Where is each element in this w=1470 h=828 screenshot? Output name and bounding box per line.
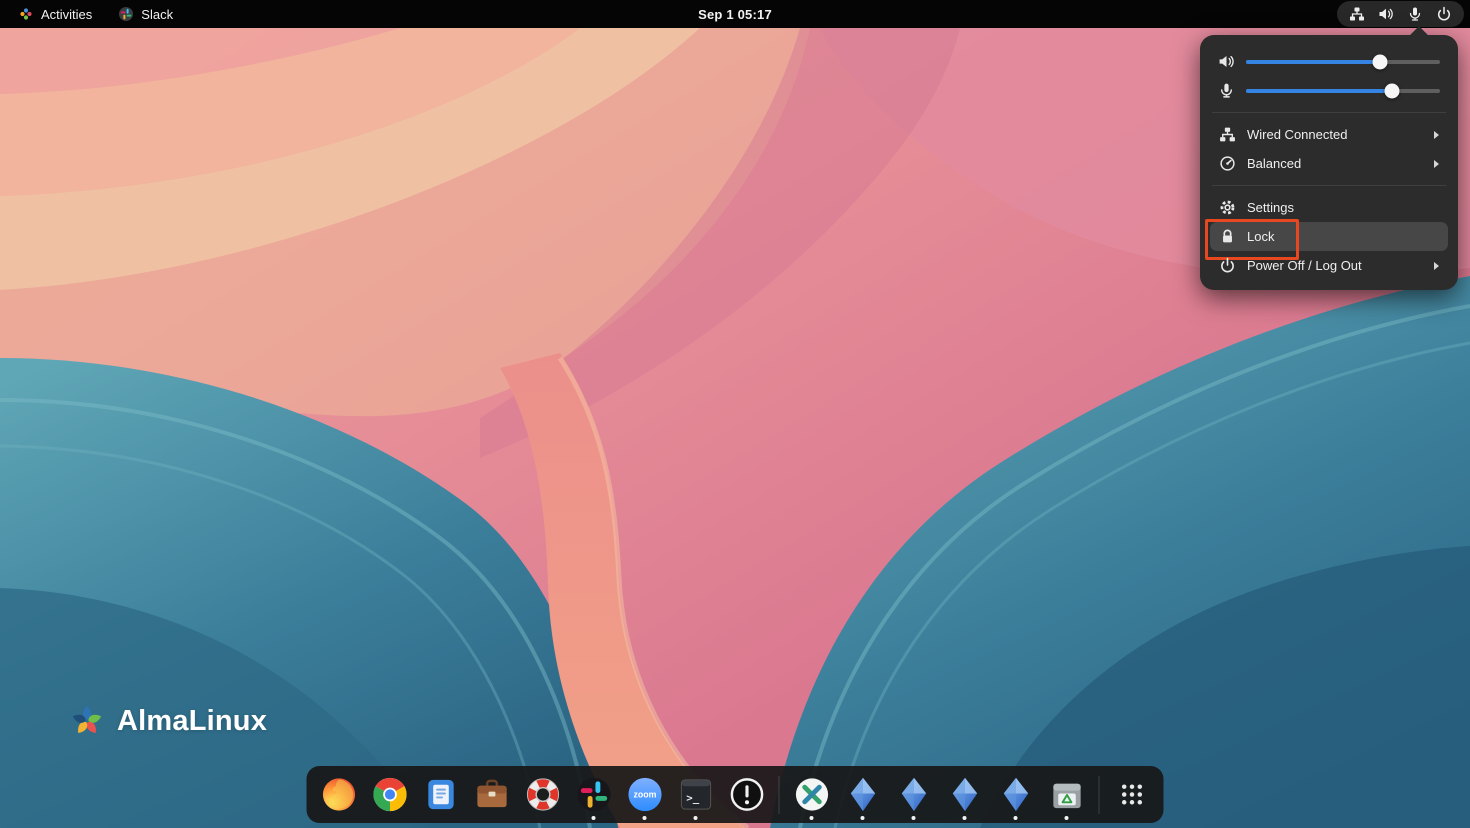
alert-circle-app-icon — [727, 775, 766, 814]
running-indicator — [810, 816, 814, 820]
menu-item-power-off[interactable]: Power Off / Log Out — [1210, 251, 1448, 280]
x-circle-app-icon — [792, 775, 831, 814]
dock-item-help[interactable] — [521, 767, 565, 822]
dock: zoom >_ — [307, 766, 1164, 823]
power-icon — [1436, 6, 1452, 22]
focused-app-label: Slack — [141, 7, 173, 22]
dock-separator — [779, 776, 780, 814]
volume-slider-fill — [1246, 60, 1380, 64]
menu-item-label: Power Off / Log Out — [1247, 258, 1362, 273]
volume-slider[interactable] — [1246, 60, 1440, 64]
network-wired-icon — [1349, 6, 1365, 22]
volume-slider-handle[interactable] — [1372, 54, 1387, 69]
speaker-icon — [1218, 53, 1235, 70]
focused-app-menu[interactable]: Slack — [118, 6, 173, 22]
zoom-logo-text: zoom — [633, 789, 656, 799]
terminal-prompt: >_ — [686, 791, 699, 804]
dock-item-chrome[interactable] — [368, 767, 412, 822]
power-profile-gauge-icon — [1219, 155, 1236, 172]
slack-icon — [574, 775, 613, 814]
mic-slider-handle[interactable] — [1384, 83, 1399, 98]
almalinux-logo-icon — [66, 700, 108, 742]
menu-item-label: Lock — [1247, 229, 1274, 244]
brand-text: AlmaLinux — [117, 705, 267, 738]
dock-item-diamond-2[interactable] — [892, 767, 936, 822]
dock-item-zoom[interactable]: zoom — [623, 767, 667, 822]
dock-item-diamond-4[interactable] — [994, 767, 1038, 822]
running-indicator — [694, 816, 698, 820]
diamond-app-icon — [894, 775, 933, 814]
volume-slider-row — [1210, 47, 1448, 76]
running-indicator — [592, 816, 596, 820]
menu-item-power-profile[interactable]: Balanced — [1210, 149, 1448, 178]
dock-separator — [1099, 776, 1100, 814]
submenu-arrow-icon — [1434, 262, 1439, 270]
running-indicator — [912, 816, 916, 820]
volume-icon — [1378, 6, 1394, 22]
dock-item-terminal[interactable]: >_ — [674, 767, 718, 822]
dock-item-alert-circle[interactable] — [725, 767, 769, 822]
running-indicator — [963, 816, 967, 820]
terminal-icon: >_ — [676, 775, 715, 814]
microphone-icon — [1407, 6, 1423, 22]
running-indicator — [1065, 816, 1069, 820]
mic-slider-row — [1210, 76, 1448, 105]
submenu-arrow-icon — [1434, 131, 1439, 139]
menu-item-label: Wired Connected — [1247, 127, 1347, 142]
dock-item-firefox[interactable] — [317, 767, 361, 822]
system-menu: Wired Connected Balanced Settings Lock P… — [1200, 35, 1458, 290]
dock-item-diamond-3[interactable] — [943, 767, 987, 822]
network-wired-icon — [1219, 126, 1236, 143]
mic-slider[interactable] — [1246, 89, 1440, 93]
app-grid-icon — [1112, 775, 1151, 814]
zoom-icon: zoom — [625, 775, 664, 814]
dock-item-diamond-1[interactable] — [841, 767, 885, 822]
running-indicator — [861, 816, 865, 820]
activities-label: Activities — [41, 7, 92, 22]
running-indicator — [643, 816, 647, 820]
diamond-app-icon — [996, 775, 1035, 814]
chrome-icon — [370, 775, 409, 814]
clock[interactable]: Sep 1 05:17 — [698, 7, 772, 22]
documents-app-icon — [421, 775, 460, 814]
lock-icon — [1219, 228, 1236, 245]
slack-app-icon — [118, 6, 134, 22]
running-indicator — [1014, 816, 1018, 820]
menu-separator — [1212, 185, 1446, 186]
activities-button[interactable]: Activities — [12, 4, 98, 24]
dock-item-recycle-box[interactable] — [1045, 767, 1089, 822]
submenu-arrow-icon — [1434, 160, 1439, 168]
almalinux-brand: AlmaLinux — [66, 700, 267, 742]
menu-item-settings[interactable]: Settings — [1210, 193, 1448, 222]
dock-item-x-circle[interactable] — [790, 767, 834, 822]
menu-separator — [1212, 112, 1446, 113]
settings-gear-icon — [1219, 199, 1236, 216]
menu-item-lock[interactable]: Lock — [1210, 222, 1448, 251]
briefcase-app-icon — [472, 775, 511, 814]
menu-item-label: Balanced — [1247, 156, 1301, 171]
dock-item-app-grid[interactable] — [1110, 767, 1154, 822]
distro-logo-icon — [18, 6, 34, 22]
lifering-help-icon — [523, 775, 562, 814]
dock-item-documents[interactable] — [419, 767, 463, 822]
microphone-icon — [1218, 82, 1235, 99]
mic-slider-fill — [1246, 89, 1392, 93]
menu-item-label: Settings — [1247, 200, 1294, 215]
recycle-box-app-icon — [1047, 775, 1086, 814]
dock-item-slack[interactable] — [572, 767, 616, 822]
dock-item-briefcase[interactable] — [470, 767, 514, 822]
top-bar: Activities Slack Sep 1 05:17 — [0, 0, 1470, 28]
system-tray[interactable] — [1337, 1, 1464, 27]
power-icon — [1219, 257, 1236, 274]
diamond-app-icon — [843, 775, 882, 814]
diamond-app-icon — [945, 775, 984, 814]
menu-item-wired-connected[interactable]: Wired Connected — [1210, 120, 1448, 149]
firefox-icon — [319, 775, 358, 814]
